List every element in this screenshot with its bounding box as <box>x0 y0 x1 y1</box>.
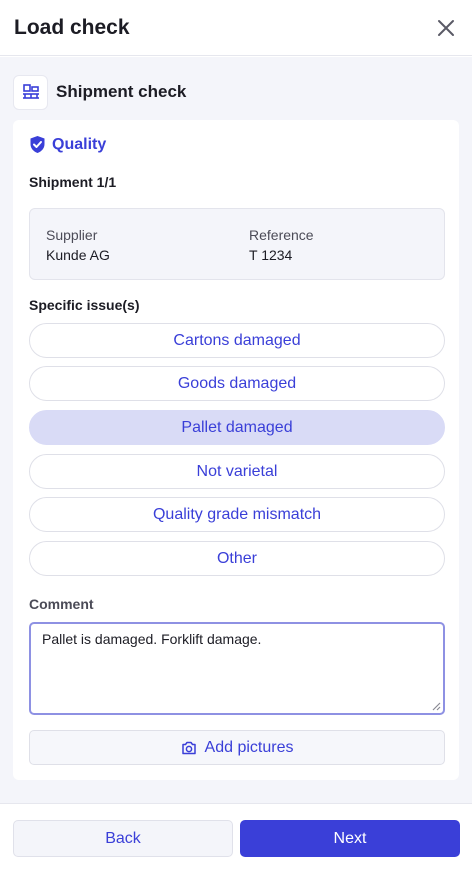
next-button[interactable]: Next <box>240 820 460 857</box>
dialog-header: Load check <box>0 0 472 56</box>
supplier-info: Supplier Kunde AG <box>46 225 110 265</box>
reference-key: Reference <box>249 227 314 243</box>
quality-heading: Quality <box>29 135 106 154</box>
quality-label: Quality <box>52 135 107 153</box>
back-button[interactable]: Back <box>13 820 233 857</box>
close-button[interactable] <box>432 14 460 42</box>
reference-value: T 1234 <box>249 247 293 263</box>
issue-option-goods-damaged[interactable]: Goods damaged <box>29 366 445 401</box>
issue-option-other[interactable]: Other <box>29 541 445 576</box>
pallet-icon <box>13 74 48 110</box>
dialog-title: Load check <box>14 15 130 39</box>
issue-option-pallet-damaged[interactable]: Pallet damaged <box>29 410 445 445</box>
shipment-counter: Shipment 1/1 <box>29 174 117 190</box>
shield-check-icon <box>30 136 45 153</box>
supplier-value: Kunde AG <box>46 247 110 263</box>
issue-option-quality-grade-mismatch[interactable]: Quality grade mismatch <box>29 497 445 532</box>
dialog-footer: Back Next <box>0 803 472 869</box>
supplier-key: Supplier <box>46 227 98 243</box>
section-header: Shipment check <box>13 74 186 110</box>
resize-grip-icon[interactable] <box>431 701 441 711</box>
close-icon <box>438 19 454 36</box>
add-pictures-label: Add pictures <box>204 738 294 756</box>
add-pictures-button[interactable]: Add pictures <box>29 730 445 765</box>
comment-label: Comment <box>29 596 94 612</box>
issue-option-cartons-damaged[interactable]: Cartons damaged <box>29 323 445 358</box>
section-title: Shipment check <box>56 82 187 101</box>
comment-textarea[interactable]: Pallet is damaged. Forklift damage. <box>29 622 445 715</box>
issues-label: Specific issue(s) <box>29 297 140 313</box>
reference-info: Reference T 1234 <box>249 225 314 265</box>
shipment-info-box: Supplier Kunde AG Reference T 1234 <box>29 208 445 280</box>
camera-icon <box>181 741 196 754</box>
comment-text: Pallet is damaged. Forklift damage. <box>42 631 262 647</box>
issue-option-not-varietal[interactable]: Not varietal <box>29 454 445 489</box>
